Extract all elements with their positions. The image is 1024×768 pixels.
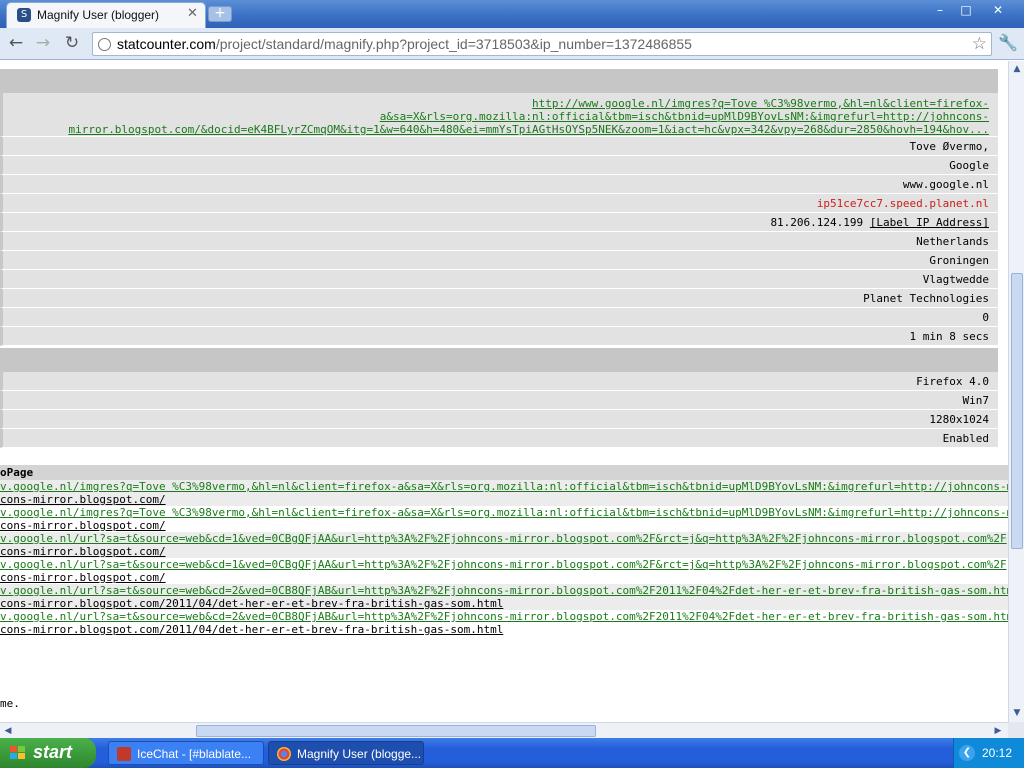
url-text[interactable]: statcounter.com/project/standard/magnify… xyxy=(117,36,692,52)
chrome-icon xyxy=(277,747,291,761)
visit-details-header xyxy=(0,69,998,93)
page-viewport: http://www.google.nl/imgres?q=Tove %C3%9… xyxy=(0,61,1008,722)
search-engine-row: Google xyxy=(0,156,998,175)
windows-flag-icon xyxy=(10,746,26,760)
tab-title: Magnify User (blogger) xyxy=(37,8,160,22)
scrollbar-corner xyxy=(1008,722,1024,738)
page-view-entry: v.google.nl/url?sa=t&source=web&cd=2&ved… xyxy=(0,584,1008,610)
referrer-link[interactable]: v.google.nl/imgres?q=Tove %C3%98vermo,&h… xyxy=(0,506,1008,519)
maximize-button[interactable]: □ xyxy=(954,1,978,19)
url-host: statcounter.com xyxy=(117,36,216,52)
address-bar[interactable]: statcounter.com/project/standard/magnify… xyxy=(92,32,992,56)
page-link-line: cons-mirror.blogspot.com/ xyxy=(0,493,1008,506)
taskbar-item-icechat[interactable]: IceChat - [#blablate... xyxy=(108,741,264,765)
page-link[interactable]: cons-mirror.blogspot.com/ xyxy=(0,493,166,506)
footer-text: me. xyxy=(0,697,20,710)
resolution-row: 1280x1024 xyxy=(0,410,998,429)
taskbar-item-label: IceChat - [#blablate... xyxy=(137,747,252,761)
scroll-right-icon[interactable]: ▶ xyxy=(991,724,1005,738)
bookmark-star-icon[interactable]: ☆ xyxy=(972,34,987,54)
region-row: Groningen xyxy=(0,251,998,270)
referring-link[interactable]: http://www.google.nl/imgres?q=Tove %C3%9… xyxy=(68,97,989,136)
referrer-link[interactable]: v.google.nl/url?sa=t&source=web&cd=1&ved… xyxy=(0,558,1008,571)
page-link-line: cons-mirror.blogspot.com/2011/04/det-her… xyxy=(0,597,1008,610)
page-views-header: oPage xyxy=(0,465,1008,480)
page-link[interactable]: cons-mirror.blogspot.com/2011/04/det-her… xyxy=(0,597,503,610)
system-header xyxy=(0,348,998,372)
ip-address: 81.206.124.199 xyxy=(770,216,864,229)
wrench-menu-icon[interactable]: 🔧 xyxy=(998,33,1018,52)
scroll-down-icon[interactable]: ▼ xyxy=(1010,706,1024,720)
host-name: ip51ce7cc7.speed.planet.nl xyxy=(816,197,989,210)
back-button[interactable]: ← xyxy=(4,32,28,54)
vertical-scroll-thumb[interactable] xyxy=(1011,273,1023,549)
page-views-table: oPage v.google.nl/imgres?q=Tove %C3%98ve… xyxy=(0,465,1008,636)
reload-button[interactable]: ↻ xyxy=(60,32,84,54)
start-label: start xyxy=(33,742,73,762)
search-host-row: www.google.nl xyxy=(0,175,998,194)
show-hidden-icons-icon[interactable]: ❮ xyxy=(959,745,975,761)
horizontal-scrollbar[interactable]: ◀ ▶ xyxy=(0,722,1008,738)
title-bar: S Magnify User (blogger) ✕ + – □ ✕ xyxy=(0,0,1024,28)
visit-details-table: http://www.google.nl/imgres?q=Tove %C3%9… xyxy=(0,69,998,448)
page-info-icon[interactable] xyxy=(98,38,111,51)
page-view-entry: v.google.nl/imgres?q=Tove %C3%98vermo,&h… xyxy=(0,506,1008,532)
referrer-link[interactable]: v.google.nl/url?sa=t&source=web&cd=2&ved… xyxy=(0,610,1008,623)
vertical-scrollbar[interactable]: ▲ ▼ xyxy=(1008,61,1024,722)
page-view-entry: v.google.nl/url?sa=t&source=web&cd=1&ved… xyxy=(0,558,1008,584)
browser-tab[interactable]: S Magnify User (blogger) ✕ xyxy=(6,2,206,28)
search-words-row: Tove Øvermo, xyxy=(0,137,998,156)
page-link-line: cons-mirror.blogspot.com/2011/04/det-her… xyxy=(0,623,1008,636)
referrer-link[interactable]: v.google.nl/url?sa=t&source=web&cd=1&ved… xyxy=(0,532,1008,545)
scroll-left-icon[interactable]: ◀ xyxy=(1,724,15,738)
minimize-button[interactable]: – xyxy=(928,1,952,19)
page-link[interactable]: cons-mirror.blogspot.com/ xyxy=(0,571,166,584)
label-ip-link[interactable]: [Label IP Address] xyxy=(870,216,989,229)
page-link-line: cons-mirror.blogspot.com/ xyxy=(0,545,1008,558)
browser-row: Firefox 4.0 xyxy=(0,372,998,391)
city-row: Vlagtwedde xyxy=(0,270,998,289)
scroll-up-icon[interactable]: ▲ xyxy=(1010,62,1024,76)
new-tab-button[interactable]: + xyxy=(208,6,232,22)
forward-button[interactable]: → xyxy=(31,32,55,54)
referring-link-row: http://www.google.nl/imgres?q=Tove %C3%9… xyxy=(0,93,998,137)
taskbar: start IceChat - [#blablate... Magnify Us… xyxy=(0,738,1024,768)
page-view-entry: v.google.nl/url?sa=t&source=web&cd=2&ved… xyxy=(0,610,1008,636)
ip-address-row: 81.206.124.199 [Label IP Address] xyxy=(0,213,998,232)
country-row: Netherlands xyxy=(0,232,998,251)
page-view-entry: v.google.nl/imgres?q=Tove %C3%98vermo,&h… xyxy=(0,480,1008,506)
browser-toolbar: ← → ↻ statcounter.com/project/standard/m… xyxy=(0,28,1024,60)
javascript-row: Enabled xyxy=(0,429,998,448)
start-button[interactable]: start xyxy=(0,738,96,768)
page-link[interactable]: cons-mirror.blogspot.com/2011/04/det-her… xyxy=(0,623,503,636)
host-name-row: ip51ce7cc7.speed.planet.nl xyxy=(0,194,998,213)
page-view-list: v.google.nl/imgres?q=Tove %C3%98vermo,&h… xyxy=(0,480,1008,636)
page-link[interactable]: cons-mirror.blogspot.com/ xyxy=(0,545,166,558)
referrer-link[interactable]: v.google.nl/url?sa=t&source=web&cd=2&ved… xyxy=(0,584,1008,597)
clock[interactable]: 20:12 xyxy=(982,746,1012,760)
taskbar-item-chrome[interactable]: Magnify User (blogge... xyxy=(268,741,424,765)
isp-row: Planet Technologies xyxy=(0,289,998,308)
taskbar-item-label: Magnify User (blogge... xyxy=(297,747,422,761)
system-tray: ❮ 20:12 xyxy=(953,738,1024,768)
url-path: /project/standard/magnify.php?project_id… xyxy=(215,36,692,52)
os-row: Win7 xyxy=(0,391,998,410)
horizontal-scroll-thumb[interactable] xyxy=(196,725,596,737)
returning-visits-row: 0 xyxy=(0,308,998,327)
statcounter-icon: S xyxy=(17,8,31,22)
tab-close-icon[interactable]: ✕ xyxy=(187,6,198,21)
page-link-line: cons-mirror.blogspot.com/ xyxy=(0,519,1008,532)
page-view-entry: v.google.nl/url?sa=t&source=web&cd=1&ved… xyxy=(0,532,1008,558)
page-link-line: cons-mirror.blogspot.com/ xyxy=(0,571,1008,584)
icechat-icon xyxy=(117,747,131,761)
close-window-button[interactable]: ✕ xyxy=(986,1,1010,19)
visit-length-row: 1 min 8 secs xyxy=(0,327,998,346)
referrer-link[interactable]: v.google.nl/imgres?q=Tove %C3%98vermo,&h… xyxy=(0,480,1008,493)
page-link[interactable]: cons-mirror.blogspot.com/ xyxy=(0,519,166,532)
